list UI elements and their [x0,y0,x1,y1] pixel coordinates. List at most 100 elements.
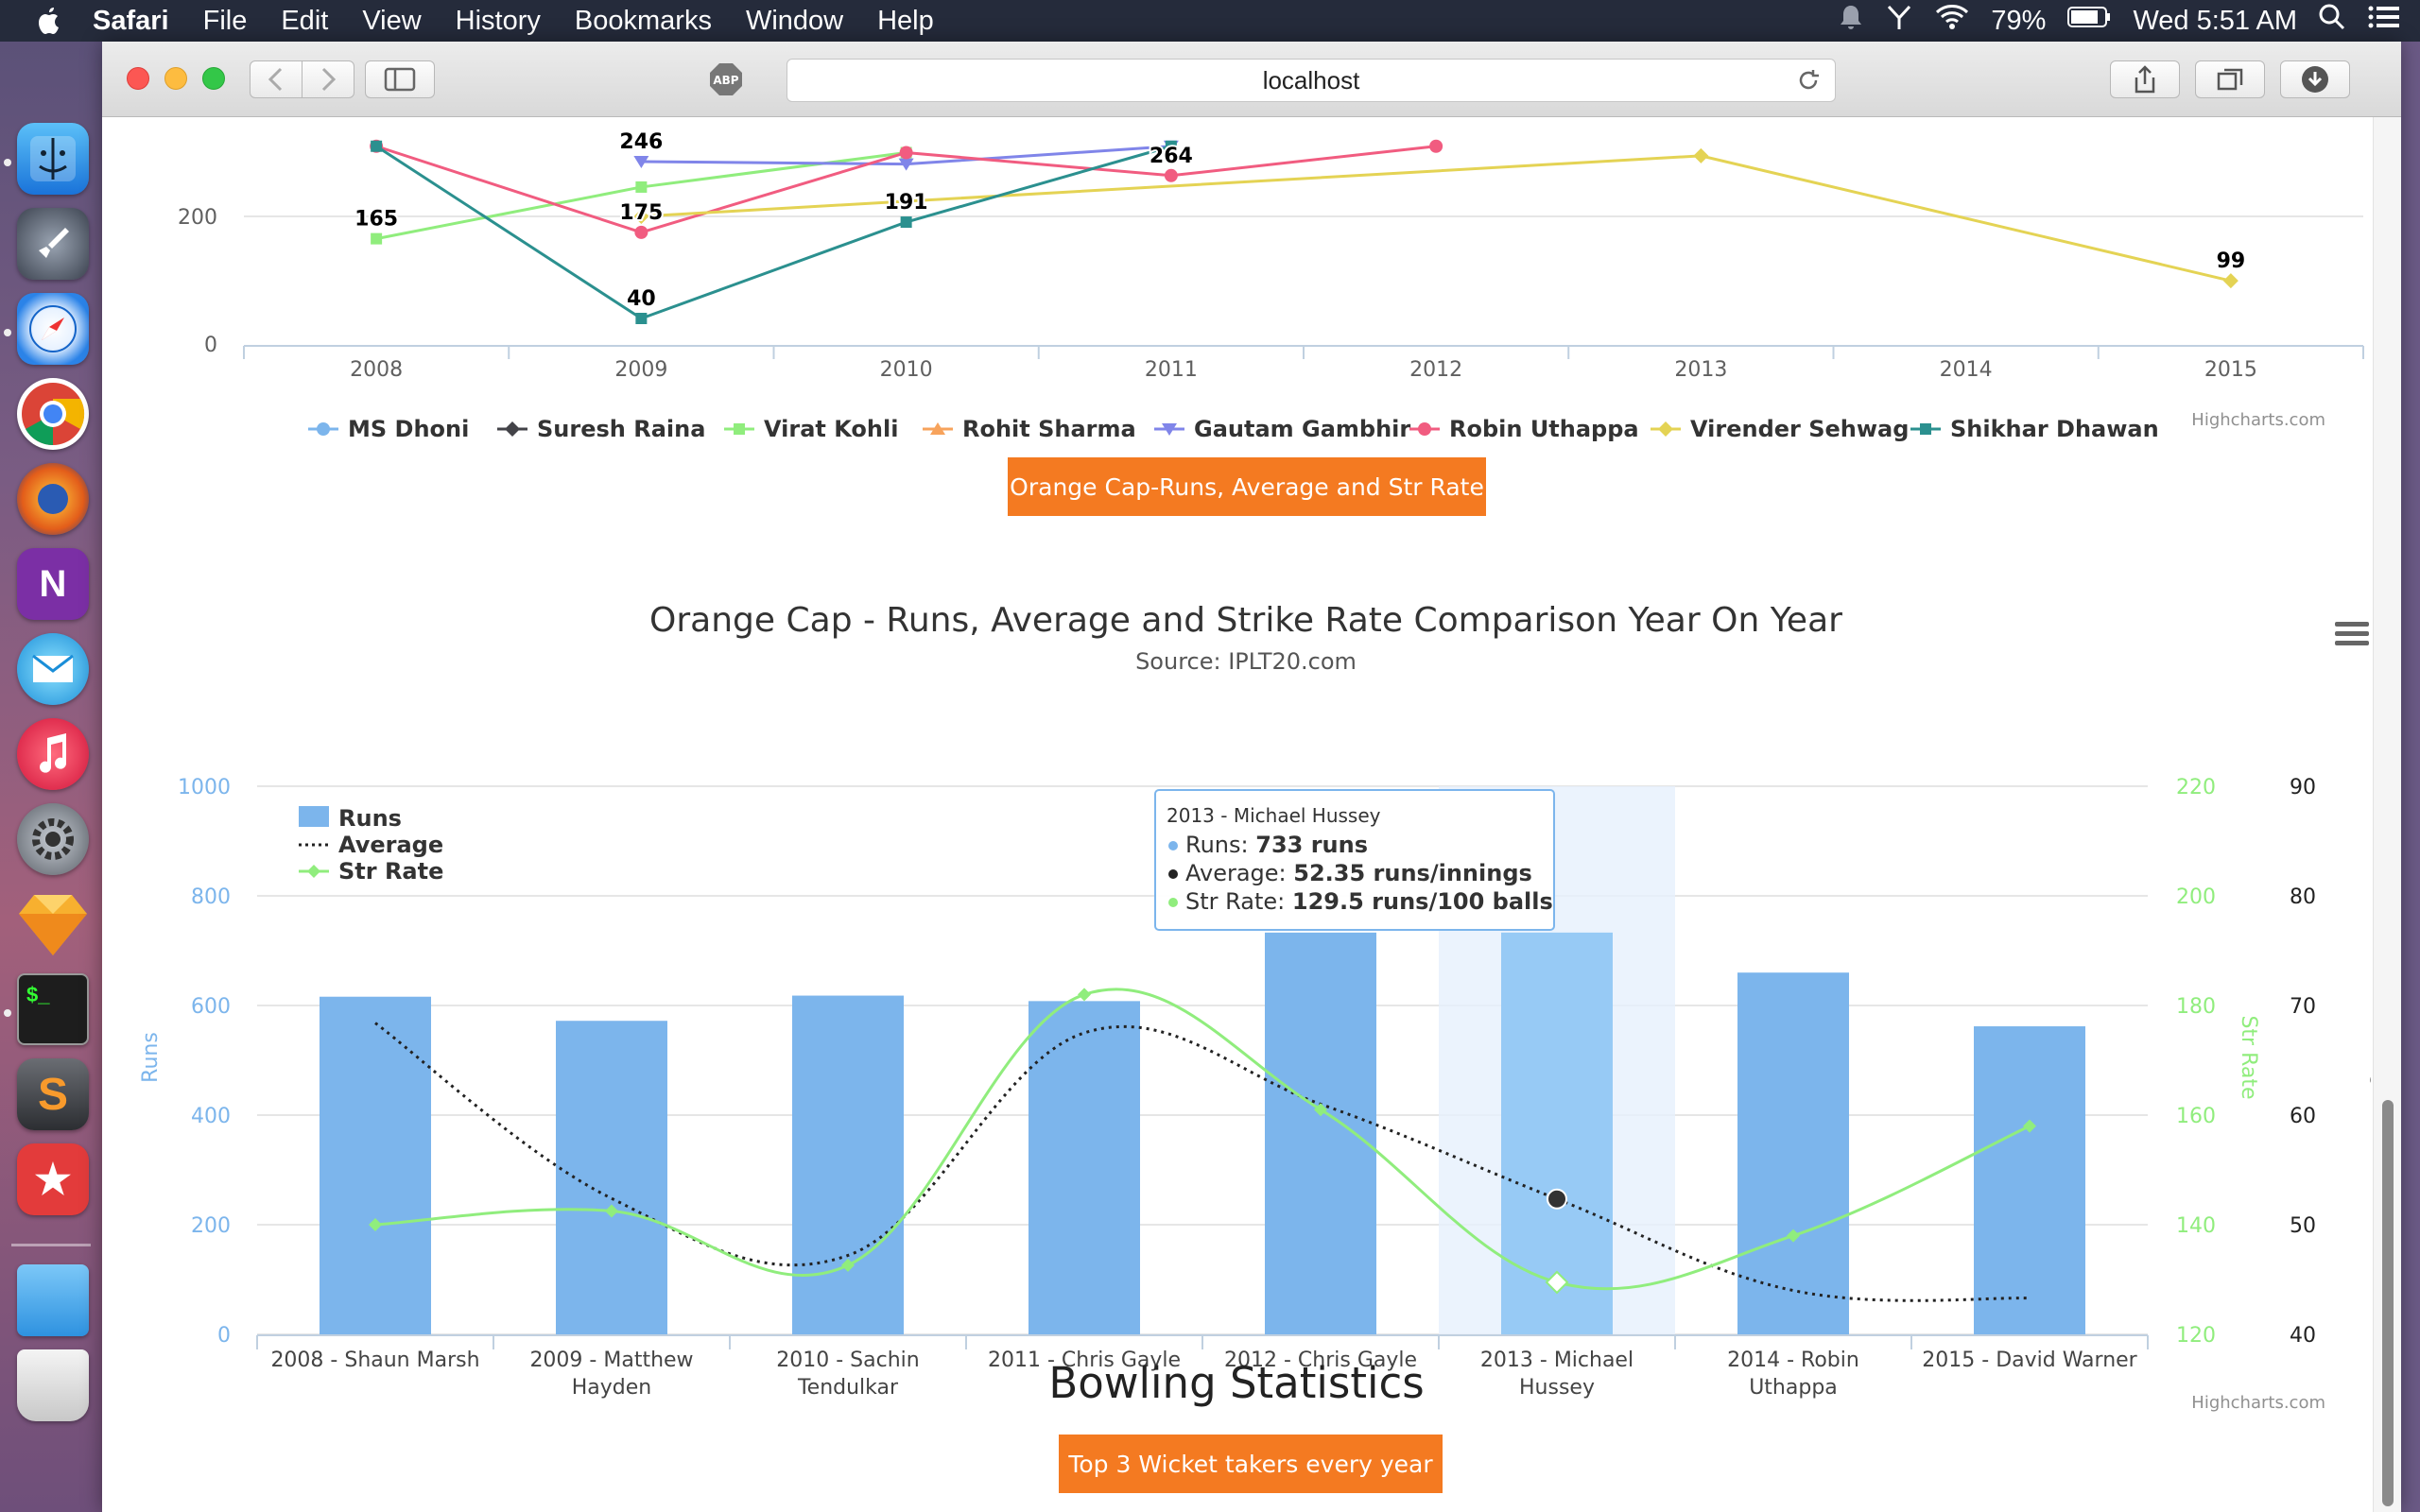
terminal-icon[interactable]: $_ [17,973,89,1045]
tooltip-row-value: 129.5 runs/100 balls [1292,888,1553,915]
str-rate-tick-label: 220 [2176,776,2216,799]
legend-symbol [734,423,745,435]
notification-bell-icon[interactable] [1838,3,1864,39]
menu-file[interactable]: File [186,6,265,37]
dock-separator [11,1244,91,1246]
average-point-hover [1547,1188,1567,1210]
orange-cap-button[interactable]: Orange Cap-Runs, Average and Str Rate [1008,457,1486,516]
bowling-statistics-heading: Bowling Statistics [1048,1358,1425,1408]
runs-bar [792,995,904,1334]
close-window-button[interactable] [127,67,149,90]
runs-tick-label: 0 [217,1324,231,1348]
finder-icon[interactable] [17,123,89,195]
str-rate-tick-label: 200 [2176,885,2216,909]
wicket-takers-button[interactable]: Top 3 Wicket takers every year [1059,1435,1443,1493]
legend-item: Str Rate [338,858,443,885]
y-tick-label: 0 [204,334,217,357]
menu-history[interactable]: History [439,6,558,37]
legend-item: Virender Sehwag [1690,416,1909,442]
wunderlist-icon[interactable]: ★ [17,1143,89,1215]
onenote-icon[interactable]: N [17,548,89,620]
legend-symbol [317,422,330,436]
legend-item: MS Dhoni [348,416,469,442]
y-tick-label: 200 [178,206,217,230]
top-chart-credit[interactable]: Highcharts.com [2191,410,2325,430]
zoom-window-button[interactable] [202,67,225,90]
tooltip-bullet [1168,898,1178,907]
average-tick-label: 40 [2290,1324,2316,1348]
runs-columns [320,932,2085,1334]
x-tick-label: 2009 [614,358,667,382]
str-rate-axis-title: Str Rate [2237,1015,2260,1099]
back-button[interactable] [250,60,302,98]
dock: N $_ S ★ [0,121,102,1512]
runs-tick-label: 1000 [178,776,231,799]
minimize-window-button[interactable] [164,67,187,90]
menu-app-name[interactable]: Safari [76,6,186,37]
launchpad-icon[interactable] [17,208,89,280]
apple-menu-icon[interactable] [23,0,76,42]
antenna-icon[interactable] [1885,3,1913,39]
tooltip-bullet [1168,841,1178,850]
menu-bar: Safari File Edit View History Bookmarks … [0,0,2420,42]
tooltip-row: Average: 52.35 runs/innings [1185,860,1532,886]
legend-symbol-runs [299,806,329,827]
legend-item: Shikhar Dhawan [1950,416,2159,442]
menu-help[interactable]: Help [860,6,951,37]
menu-bookmarks[interactable]: Bookmarks [558,6,729,37]
itunes-icon[interactable] [17,718,89,790]
address-bar[interactable]: localhost [786,59,1836,102]
average-tick-label: 90 [2290,776,2316,799]
reload-icon[interactable] [1795,67,1822,100]
runs-tick-label: 600 [191,995,231,1019]
adblock-button[interactable]: ABP [700,60,752,98]
page-scrollbar[interactable] [2373,117,2401,1512]
sketch-icon[interactable] [17,888,89,960]
average-axis-title: Average [2369,1015,2371,1100]
spotlight-search-icon[interactable] [2318,3,2346,39]
show-tabs-button[interactable] [2195,60,2265,98]
downloads-button[interactable] [2280,60,2350,98]
main-chart-subtitle: Source: IPLT20.com [1135,648,1357,675]
legend-item: Rohit Sharma [962,416,1136,442]
battery-icon[interactable] [2066,5,2112,37]
str-rate-tick-label: 180 [2176,995,2216,1019]
chart-menu-icon[interactable] [2335,622,2369,645]
sublime-text-icon[interactable]: S [17,1058,89,1130]
series-point [900,216,912,229]
series-point [2222,273,2238,289]
menu-clock[interactable]: Wed 5:51 AM [2133,6,2297,37]
tooltip-bullet [1168,869,1178,879]
safari-icon[interactable] [17,293,89,365]
forward-button[interactable] [302,60,354,98]
runs-tick-label: 200 [191,1214,231,1238]
wifi-icon[interactable] [1934,3,1970,39]
main-chart-legend: RunsAverageStr Rate [299,805,443,885]
dock-running-indicator [4,329,11,336]
trash-icon[interactable] [17,1349,89,1421]
chrome-icon[interactable] [17,378,89,450]
scrollbar-thumb[interactable] [2382,1100,2394,1506]
str-rate-tick-label: 160 [2176,1105,2216,1128]
notification-center-icon[interactable] [2367,3,2401,39]
menu-window[interactable]: Window [729,6,860,37]
series-point [1429,139,1443,153]
menu-edit[interactable]: Edit [264,6,345,37]
firefox-icon[interactable] [17,463,89,535]
sidebar-toggle-button[interactable] [365,60,435,98]
system-preferences-icon[interactable] [17,803,89,875]
mail-icon[interactable] [17,633,89,705]
runs-bar [1265,932,1376,1334]
legend-symbol [505,421,520,437]
adblock-label: ABP [713,74,738,87]
legend-item: Robin Uthappa [1449,416,1639,442]
downloads-folder-icon[interactable] [17,1264,89,1336]
orange-cap-chart: Orange Cap - Runs, Average and Strike Ra… [139,601,2371,1413]
tooltip-row-value: 52.35 runs/innings [1293,860,1532,886]
menu-view[interactable]: View [345,6,438,37]
main-chart-title: Orange Cap - Runs, Average and Strike Ra… [649,601,1842,640]
str-rate-tick-label: 120 [2176,1324,2216,1348]
x-tick-label: 2014 [1940,358,1993,382]
share-button[interactable] [2110,60,2180,98]
dock-running-indicator [4,159,11,166]
